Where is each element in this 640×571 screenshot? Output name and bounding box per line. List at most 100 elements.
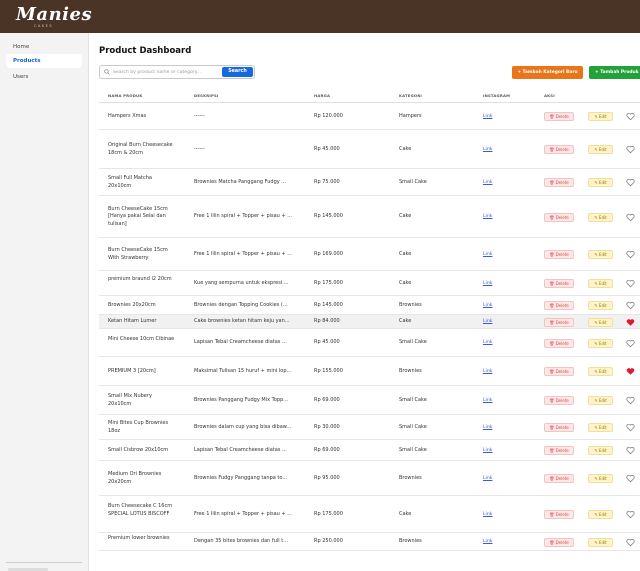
search-icon: [104, 69, 110, 75]
column-header-instagram: INSTAGRAM: [483, 93, 511, 98]
product-price: Rp 120.000: [314, 112, 343, 119]
edit-button[interactable]: ✎ Edit: [588, 112, 613, 121]
product-category: Cake: [399, 279, 412, 286]
product-description: Cake brownies ketan hitam keju yan...: [194, 318, 290, 325]
instagram-link[interactable]: Link: [483, 397, 492, 404]
heart-outline-icon[interactable]: [626, 301, 635, 310]
edit-button[interactable]: ✎ Edit: [588, 537, 613, 547]
delete-button[interactable]: 🗑 Delete: [544, 317, 574, 327]
heart-outline-icon[interactable]: [626, 250, 635, 259]
instagram-link[interactable]: Link: [483, 213, 492, 220]
edit-button[interactable]: ✎ Edit: [588, 145, 613, 154]
sidebar: Home Products Users: [0, 33, 89, 571]
heart-outline-icon[interactable]: [626, 446, 635, 455]
product-description: Dengan 35 bites brownies dan full t...: [194, 538, 288, 545]
instagram-link[interactable]: Link: [483, 339, 492, 346]
table-row: Small Cisbrow 20x10cm Lapisan Tebal Cream…: [99, 440, 640, 461]
instagram-link[interactable]: Link: [483, 475, 492, 482]
sidebar-item-users[interactable]: Users: [6, 70, 82, 84]
product-price: Rp 75.000: [314, 178, 340, 185]
product-price: Rp 69.000: [314, 396, 340, 403]
delete-button[interactable]: 🗑 Delete: [544, 396, 574, 405]
instagram-link[interactable]: Link: [483, 318, 492, 325]
edit-button[interactable]: ✎ Edit: [588, 301, 613, 310]
heart-outline-icon[interactable]: [626, 279, 635, 288]
product-description: ------: [194, 145, 205, 152]
search-input[interactable]: [113, 67, 219, 77]
delete-button[interactable]: 🗑 Delete: [544, 212, 574, 222]
sidebar-item-products[interactable]: Products: [6, 54, 82, 68]
instagram-link[interactable]: Link: [483, 424, 492, 431]
heart-outline-icon[interactable]: [626, 538, 635, 547]
delete-button[interactable]: 🗑 Delete: [544, 145, 574, 154]
search-button[interactable]: Search: [222, 67, 253, 77]
sidebar-divider: [6, 562, 82, 563]
delete-button[interactable]: 🗑 Delete: [544, 510, 574, 519]
instagram-link[interactable]: Link: [483, 302, 492, 309]
add-product-button[interactable]: + Tambah Produk: [589, 66, 640, 79]
delete-button[interactable]: 🗑 Delete: [544, 279, 574, 288]
edit-button[interactable]: ✎ Edit: [588, 423, 613, 432]
heart-filled-icon[interactable]: [626, 367, 635, 376]
instagram-link[interactable]: Link: [483, 251, 492, 258]
add-category-button[interactable]: + Tambah Kategori Baru: [512, 66, 583, 79]
heart-outline-icon[interactable]: [626, 178, 635, 187]
product-price: Rp 30.000: [314, 423, 340, 430]
edit-button[interactable]: ✎ Edit: [588, 279, 613, 288]
table-row: Burn Cheesecake C 16cm SPECIAL LOTUS BIS…: [99, 496, 640, 533]
product-description: Brownies dengan Topping Cookies (...: [194, 301, 288, 308]
column-header-description: DESKRIPSI: [194, 93, 219, 98]
delete-button[interactable]: 🗑 Delete: [544, 178, 574, 187]
delete-button[interactable]: 🗑 Delete: [544, 367, 574, 376]
instagram-link[interactable]: Link: [483, 179, 492, 186]
heart-outline-icon[interactable]: [626, 423, 635, 432]
edit-button[interactable]: ✎ Edit: [588, 474, 613, 483]
edit-button[interactable]: ✎ Edit: [588, 317, 613, 327]
heart-outline-icon[interactable]: [626, 510, 635, 519]
brand-logo[interactable]: Manies: [16, 4, 92, 25]
sidebar-item-home[interactable]: Home: [6, 40, 82, 54]
delete-button[interactable]: 🗑 Delete: [544, 338, 574, 348]
product-description: Lapisan Tebal Creamcheese diatas ...: [194, 339, 287, 346]
product-name: Small Mix Nubery 20x10cm: [108, 393, 152, 407]
delete-button[interactable]: 🗑 Delete: [544, 112, 574, 121]
product-category: Hampers: [399, 112, 422, 119]
edit-button[interactable]: ✎ Edit: [588, 178, 613, 187]
edit-button[interactable]: ✎ Edit: [588, 250, 613, 259]
heart-outline-icon[interactable]: [626, 112, 635, 121]
column-header-price: HARGA: [314, 93, 331, 98]
edit-button[interactable]: ✎ Edit: [588, 367, 613, 376]
instagram-link[interactable]: Link: [483, 538, 492, 545]
product-name: Small Full Matcha 20x10cm: [108, 175, 152, 189]
delete-button[interactable]: 🗑 Delete: [544, 250, 574, 259]
edit-button[interactable]: ✎ Edit: [588, 396, 613, 405]
product-name: Medium Ori Brownies 20x20cm: [108, 471, 162, 485]
edit-button[interactable]: ✎ Edit: [588, 212, 613, 222]
instagram-link[interactable]: Link: [483, 146, 492, 153]
heart-outline-icon[interactable]: [626, 213, 635, 222]
instagram-link[interactable]: Link: [483, 280, 492, 287]
heart-filled-icon[interactable]: [626, 318, 635, 327]
heart-outline-icon[interactable]: [626, 396, 635, 405]
delete-button[interactable]: 🗑 Delete: [544, 301, 574, 310]
heart-outline-icon[interactable]: [626, 145, 635, 154]
heart-outline-icon[interactable]: [626, 474, 635, 483]
heart-outline-icon[interactable]: [626, 339, 635, 348]
edit-button[interactable]: ✎ Edit: [588, 338, 613, 348]
table-row: Small Full Matcha 20x10cm Brownies Matcha…: [99, 169, 640, 196]
product-category: Cake: [399, 145, 412, 152]
delete-button[interactable]: 🗑 Delete: [544, 474, 574, 483]
delete-button[interactable]: 🗑 Delete: [544, 537, 574, 547]
delete-button[interactable]: 🗑 Delete: [544, 446, 574, 455]
product-category: Brownies: [399, 538, 422, 545]
instagram-link[interactable]: Link: [483, 368, 492, 375]
instagram-link[interactable]: Link: [483, 113, 492, 120]
product-name: Burn Cheesecake C 16cm SPECIAL LOTUS BIS…: [108, 503, 173, 517]
edit-button[interactable]: ✎ Edit: [588, 446, 613, 455]
instagram-link[interactable]: Link: [483, 447, 492, 454]
edit-button[interactable]: ✎ Edit: [588, 510, 613, 519]
product-description: Lapisan Tebal Creamcheese diatas ...: [194, 446, 287, 453]
product-category: Brownies: [399, 367, 422, 374]
instagram-link[interactable]: Link: [483, 511, 492, 518]
delete-button[interactable]: 🗑 Delete: [544, 423, 574, 432]
